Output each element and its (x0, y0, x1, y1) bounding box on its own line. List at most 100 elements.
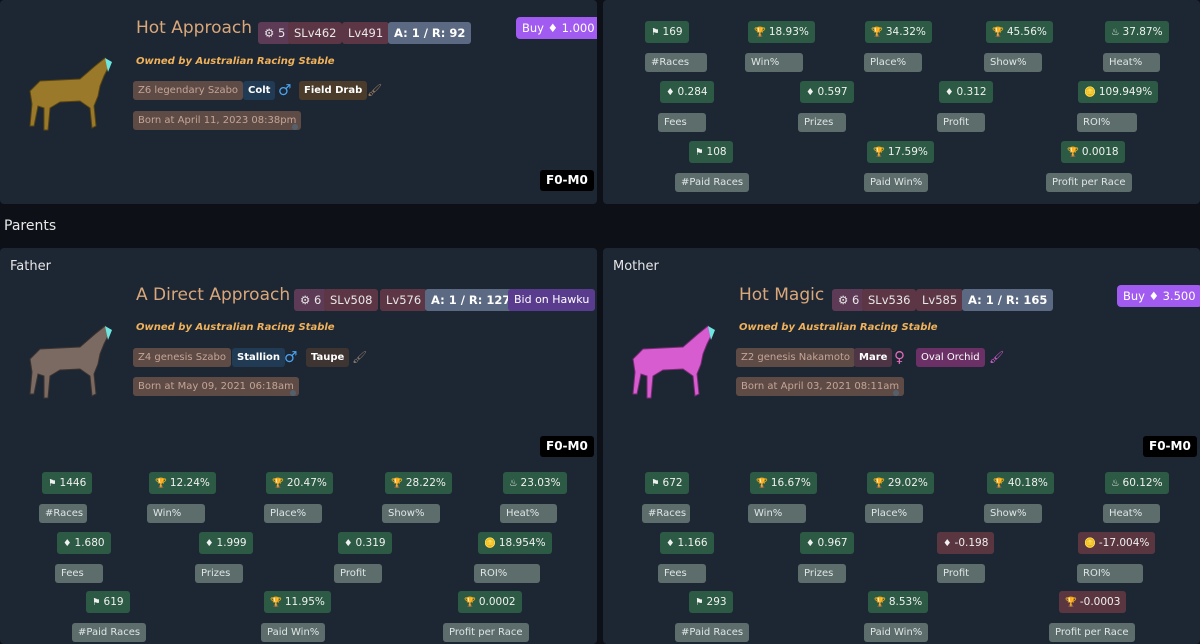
color-tag: Oval Orchid (916, 348, 985, 367)
stat-prizes-label: Prizes (798, 113, 846, 132)
stat-roi-label: ROI% (1077, 113, 1137, 132)
ar-badge: A: 1 / R: 92 (388, 22, 472, 44)
male-icon: ♂ (278, 81, 292, 99)
generation-badge: F0-M0 (1143, 436, 1197, 457)
owner-text: Owned by Australian Racing Stable (136, 56, 335, 67)
eth-icon: ♦ (943, 538, 952, 549)
gear-icon: ⚙ (264, 26, 278, 40)
stat-place-label: Place% (864, 53, 922, 72)
brush-icon: 🖌 (352, 350, 368, 364)
lv-badge: Lv576 (380, 289, 428, 311)
gear-value: 5 (277, 26, 286, 40)
stat-fees-value: ♦ 0.284 (660, 81, 714, 103)
stat-roi-label: ROI% (474, 564, 540, 583)
stat-fees-label: Fees (55, 564, 103, 583)
flag-icon: ⚑ (695, 597, 704, 608)
stats-card: ⚑ 169 #Races 🏆 18.93% Win% 🏆 34.32% Place% … (603, 0, 1200, 204)
buy-button[interactable]: Buy ♦ 1.000 (516, 17, 597, 39)
horse-name[interactable]: Hot Approach (136, 18, 252, 38)
slv-badge: SLv508 (324, 289, 379, 311)
flag-icon: ⚑ (651, 27, 660, 38)
stat-value-text: 0.319 (355, 537, 386, 549)
stat-value-text: -17.004% (1098, 537, 1150, 549)
stat-value-text: 1.999 (216, 537, 247, 549)
parents-heading: Parents (4, 218, 57, 234)
gear-badge: ⚙ 6 (294, 289, 328, 311)
brush-icon: 🖌 (367, 83, 383, 97)
stat-profit-label: Profit (937, 564, 985, 583)
stat-profit-value: ♦ -0.198 (937, 532, 995, 554)
stat-win-label: Win% (745, 53, 803, 72)
stat-paid-races-value: ⚑ 108 (689, 141, 733, 163)
stat-value-text: 18.93% (768, 26, 809, 38)
stat-paid-win-label: Paid Win% (261, 623, 326, 642)
stat-paid-races-value: ⚑ 293 (689, 591, 733, 613)
stat-value-text: -0.198 (954, 537, 989, 549)
stat-place-label: Place% (865, 504, 923, 523)
stat-show-label: Show% (984, 53, 1042, 72)
generation-badge: F0-M0 (540, 170, 594, 191)
horse-name[interactable]: Hot Magic (739, 285, 824, 305)
stat-prizes-value: ♦ 0.597 (800, 81, 854, 103)
father-card: Father A Direct Approach ⚙ 6 SLv508 Lv57… (0, 248, 597, 644)
trophy-icon: 🏆 (756, 478, 768, 489)
flame-icon: ♨ (1111, 478, 1120, 489)
born-tag: Born at April 03, 2021 08:11am (736, 377, 905, 396)
stat-profit-value: ♦ 0.312 (939, 81, 993, 103)
horse-image (29, 57, 112, 131)
stat-races-label: #Races (642, 504, 690, 523)
stat-fees-label: Fees (658, 113, 706, 132)
born-tag: Born at May 09, 2021 06:18am (133, 377, 299, 396)
stat-value-text: 1446 (59, 477, 87, 489)
gear-badge: ⚙ 6 (832, 289, 866, 311)
stat-profit-per-race-label: Profit per Race (1046, 173, 1132, 192)
trophy-icon: 🏆 (873, 478, 885, 489)
stat-value-text: 0.967 (817, 537, 848, 549)
stat-value-text: 18.954% (498, 537, 546, 549)
horse-name[interactable]: A Direct Approach (136, 285, 290, 305)
stat-paid-win-label: Paid Win% (864, 623, 929, 642)
stat-races-value: ⚑ 672 (645, 472, 689, 494)
stat-value-text: 17.59% (887, 146, 928, 158)
flame-icon: ♨ (1111, 27, 1120, 38)
trophy-icon: 🏆 (992, 27, 1004, 38)
stat-fees-value: ♦ 1.166 (660, 532, 714, 554)
stat-paid-win-value: 🏆 11.95% (264, 591, 331, 613)
trophy-icon: 🏆 (993, 478, 1005, 489)
stat-paid-win-label: Paid Win% (864, 173, 929, 192)
status-dot (893, 390, 899, 396)
bid-button[interactable]: Bid on Hawku (508, 289, 596, 311)
buy-button[interactable]: Buy ♦ 3.500 (1117, 285, 1200, 307)
owner-text: Owned by Australian Racing Stable (739, 322, 938, 333)
stat-place-value: 🏆 29.02% (867, 472, 934, 494)
stat-value-text: 23.03% (520, 477, 561, 489)
flag-icon: ⚑ (92, 597, 101, 608)
eth-icon: ♦ (205, 538, 214, 549)
mother-label: Mother (613, 259, 659, 274)
eth-icon: ♦ (666, 87, 675, 98)
stat-paid-win-value: 🏆 17.59% (867, 141, 934, 163)
color-tag: Field Drab (299, 81, 368, 100)
trophy-icon: 🏆 (391, 478, 403, 489)
stat-value-text: 8.53% (888, 596, 923, 608)
stat-value-text: 45.56% (1006, 26, 1047, 38)
stat-win-label: Win% (748, 504, 806, 523)
stat-roi-value: 🪙 109.949% (1078, 81, 1159, 103)
lv-badge: Lv585 (916, 289, 964, 311)
trophy-icon: 🏆 (1065, 597, 1077, 608)
stat-heat-label: Heat% (1103, 53, 1160, 72)
born-tag: Born at April 11, 2023 08:38pm (133, 111, 302, 130)
trophy-icon: 🏆 (754, 27, 766, 38)
stat-value-text: 12.24% (169, 477, 210, 489)
stat-value-text: 672 (662, 477, 683, 489)
stat-value-text: 28.22% (405, 477, 446, 489)
stat-races-label: #Races (645, 53, 707, 72)
gear-icon: ⚙ (838, 293, 852, 307)
horse-card: Hot Approach ⚙ 5 SLv462 Lv491 A: 1 / R: … (0, 0, 597, 204)
stat-value-text: 1.680 (74, 537, 105, 549)
gear-badge: ⚙ 5 (258, 22, 292, 44)
stat-races-value: ⚑ 1446 (42, 472, 93, 494)
origin-tag: Z2 genesis Nakamoto (736, 348, 856, 367)
trophy-icon: 🏆 (464, 597, 476, 608)
mother-card: Mother Hot Magic ⚙ 6 SLv536 Lv585 A: 1 /… (603, 248, 1200, 644)
